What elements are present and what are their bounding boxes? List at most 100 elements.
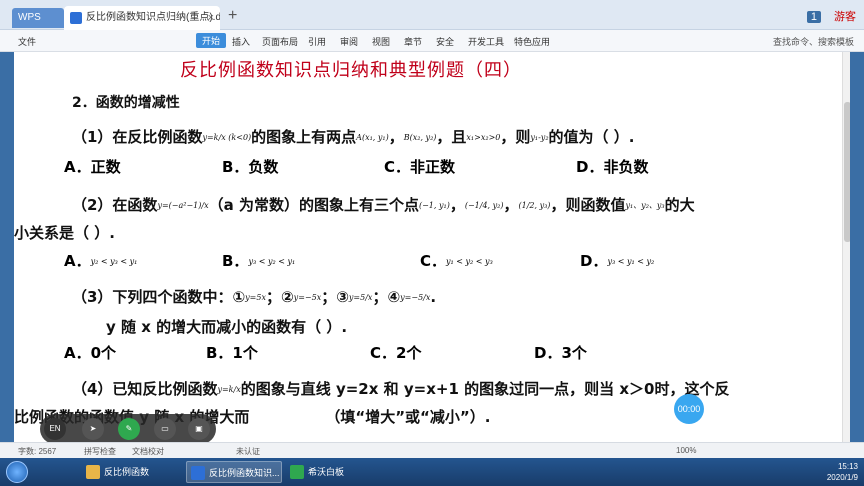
q2-text-b: （a 为常数）的图象上有三个点: [208, 196, 419, 214]
clock-time: 15:13: [837, 462, 858, 471]
q3-function-1: y=5x: [245, 293, 266, 302]
tab-developer[interactable]: 开发工具: [468, 35, 504, 48]
q3-t3: ；③: [321, 288, 349, 306]
taskbar-wps-doc[interactable]: 反比例函数知识...: [186, 461, 282, 483]
q2-function: y=(−a²−1)/x: [157, 201, 209, 210]
screenshot-icon[interactable]: ▣: [188, 418, 210, 440]
q1-text-c: ，且: [436, 128, 467, 146]
q4-text-b: 的图象与直线 y=2x 和 y=x+1 的图象过同一点，则当 x＞0时，这个反: [240, 380, 730, 398]
question-1: （1）在反比例函数y=k/x (k<0)的图象上有两点A(x₁, y₁)，B(x…: [72, 126, 634, 147]
clock-date: 2020/1/9: [826, 473, 858, 482]
taskbar-folder[interactable]: 反比例函数: [82, 461, 174, 483]
q3-line-2: y 随 x 的增大而减小的函数有（ ）.: [106, 318, 348, 336]
q2-option-d-expr: y₃ < y₁ < y₂: [607, 257, 655, 266]
q3-t4: ；④: [372, 288, 401, 306]
notification-badge[interactable]: 1: [806, 11, 821, 23]
document-tab-title: 反比例函数知识点归纳(重点).docx: [86, 12, 220, 23]
en-button[interactable]: EN: [44, 418, 66, 440]
taskbar: 反比例函数 反比例函数知识... 希沃白板 15:13 2020/1/9: [0, 458, 864, 486]
start-button[interactable]: [6, 461, 28, 483]
tab-security[interactable]: 安全: [436, 35, 454, 48]
q2-text-a: （2）在函数: [72, 196, 158, 214]
q2-option-d-letter: D．: [580, 252, 608, 270]
section-heading: 2．函数的增减性: [72, 95, 180, 111]
document-tab[interactable]: 反比例函数知识点归纳(重点).docx ×: [64, 6, 220, 30]
q2-text-d: 的大: [664, 196, 695, 214]
spell-check[interactable]: 拼写检查: [84, 446, 116, 457]
q1-sep: ，: [388, 128, 404, 146]
q2-point-2: (−1/4, y₂): [464, 201, 504, 210]
certification-status[interactable]: 未认证: [236, 446, 260, 457]
system-clock[interactable]: 15:13 2020/1/9: [827, 461, 858, 483]
tab-references[interactable]: 引用: [308, 35, 326, 48]
q2-option-c: C．y₁ < y₂ < y₃: [420, 250, 493, 271]
taskbar-folder-label: 反比例函数: [104, 467, 150, 477]
whiteboard-icon: [290, 465, 304, 479]
folder-icon: [86, 465, 100, 479]
search-commands[interactable]: 查找命令、搜索模板: [773, 35, 854, 48]
question-4: （4）已知反比例函数y=k/x的图象与直线 y=2x 和 y=x+1 的图象过同…: [72, 378, 729, 399]
ribbon-menu: 文件 开始 插入 页面布局 引用 审阅 视图 章节 安全 开发工具 特色应用 查…: [0, 30, 864, 52]
q3-t5: .: [430, 288, 437, 306]
pointer-icon[interactable]: ➤: [82, 418, 104, 440]
new-tab-button[interactable]: +: [228, 7, 237, 25]
q1-expression: y₁-y₂: [530, 133, 549, 142]
q2-text-c: ，则函数值: [550, 196, 626, 214]
writer-doc-icon: [70, 12, 82, 24]
tab-features[interactable]: 特色应用: [514, 35, 550, 48]
q1-option-b: B．负数: [222, 158, 279, 176]
q4-function: y=k/x: [217, 385, 241, 394]
pen-icon[interactable]: ✎: [118, 418, 140, 440]
q2-point-1: (−1, y₁): [418, 201, 450, 210]
document-page[interactable]: 反比例函数知识点归纳和典型例题（四） 2．函数的增减性 （1）在反比例函数y=k…: [14, 52, 842, 442]
q2-option-b-letter: B．: [222, 252, 249, 270]
tab-review[interactable]: 审阅: [340, 35, 358, 48]
wps-writer-icon: [191, 466, 205, 480]
file-menu[interactable]: 文件: [18, 35, 36, 48]
tab-chapter[interactable]: 章节: [404, 35, 422, 48]
annotation-toolbar: EN ➤ ✎ ▭ ▣: [40, 414, 216, 444]
desktop-strip-left: [0, 52, 14, 456]
q2-option-c-letter: C．: [420, 252, 447, 270]
q1-option-a: A．正数: [64, 158, 121, 176]
question-2: （2）在函数y=(−a²−1)/x（a 为常数）的图象上有三个点(−1, y₁)…: [72, 196, 695, 214]
wps-home-tab[interactable]: WPS: [12, 8, 64, 28]
taskbar-whiteboard-label: 希沃白板: [308, 467, 345, 477]
tab-view[interactable]: 视图: [372, 35, 390, 48]
q1-option-c: C．非正数: [384, 158, 456, 176]
tab-insert[interactable]: 插入: [232, 35, 250, 48]
q3-function-3: y=5/x: [348, 293, 373, 302]
tab-page-layout[interactable]: 页面布局: [262, 35, 298, 48]
q4-line-2-b: （填“增大”或“减小”）.: [325, 408, 491, 426]
q1-text-a: （1）在反比例函数: [72, 128, 203, 146]
q4-text-a: （4）已知反比例函数: [72, 380, 218, 398]
taskbar-whiteboard[interactable]: 希沃白板: [286, 461, 378, 483]
q1-point-a: A(x₁, y₁): [356, 133, 389, 142]
q3-text-a: （3）下列四个函数中：①: [72, 288, 246, 306]
title-bar-right: 1 游客: [797, 8, 856, 24]
status-bar: 字数: 2567 拼写检查 文档校对 未认证 100%: [0, 442, 864, 458]
q1-text-b: 的图象上有两点: [251, 128, 357, 146]
word-count: 字数: 2567: [18, 447, 57, 456]
tab-home[interactable]: 开始: [196, 33, 227, 48]
proofread[interactable]: 文档校对: [132, 446, 164, 457]
zoom-level[interactable]: 100%: [676, 446, 696, 455]
close-tab-icon[interactable]: ×: [208, 6, 214, 30]
q3-t2: ；②: [265, 288, 294, 306]
q1-option-d: D．非负数: [576, 158, 649, 176]
recording-timer[interactable]: 00:00: [674, 394, 704, 424]
user-name[interactable]: 游客: [834, 8, 856, 24]
q3-option-d: D．3个: [534, 344, 587, 362]
q2-option-d: D．y₃ < y₁ < y₂: [580, 250, 654, 271]
document-title: 反比例函数知识点归纳和典型例题（四）: [180, 60, 522, 81]
q3-option-a: A．0个: [64, 344, 117, 362]
q2-option-a: A．y₂ < y₃ < y₁: [64, 250, 137, 271]
q1-text-e: 的值为（ ）.: [548, 128, 635, 146]
q2-option-b: B．y₃ < y₂ < y₁: [222, 250, 295, 271]
q3-option-c: C．2个: [370, 344, 422, 362]
eraser-icon[interactable]: ▭: [154, 418, 176, 440]
q2-option-a-letter: A．: [64, 252, 91, 270]
q1-text-d: ，则: [500, 128, 531, 146]
q2-option-c-expr: y₁ < y₂ < y₃: [446, 257, 493, 266]
q1-condition: x₁>x₂>0: [466, 133, 501, 142]
